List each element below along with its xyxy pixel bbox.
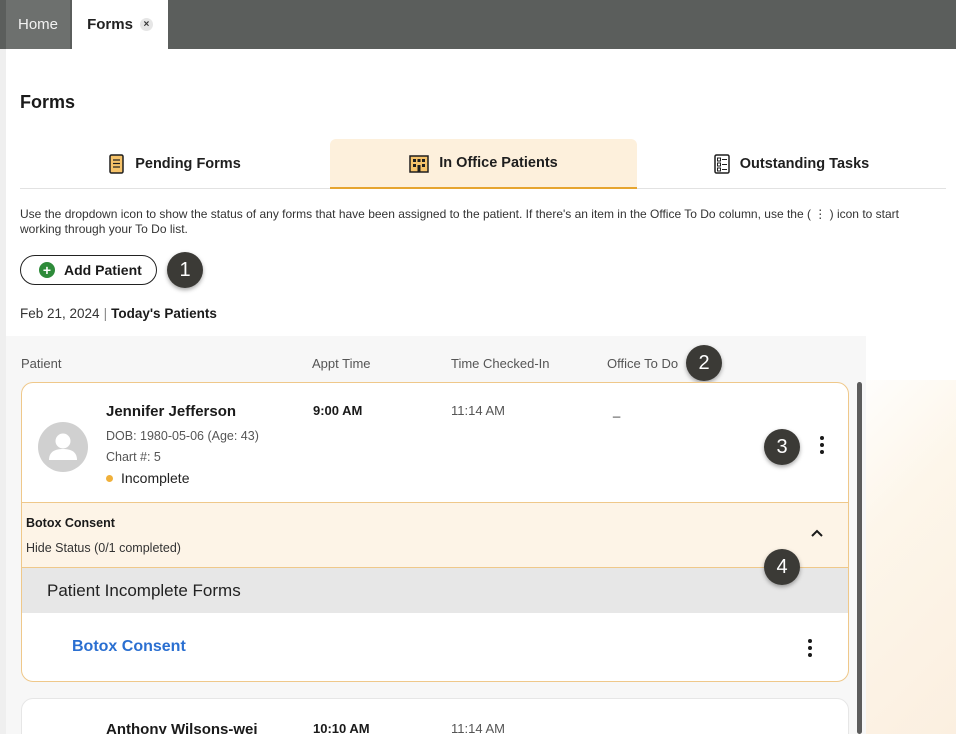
avatar [38,422,88,472]
tab-outstanding-tasks[interactable]: Outstanding Tasks [637,139,946,189]
callout-badge-3: 3 [764,429,800,465]
callout-badge-1: 1 [167,252,203,288]
person-icon [49,433,77,460]
column-header-patient: Patient [21,356,62,371]
date-heading: Feb 21, 2024 | Today's Patients [20,306,217,321]
incomplete-forms-header: Patient Incomplete Forms [22,568,848,613]
more-options-icon[interactable] [812,431,832,459]
checked-in-time: 11:14 AM [451,721,505,734]
patient-card: Jennifer Jefferson DOB: 1980-05-06 (Age:… [21,382,849,682]
patient-card: Anthony Wilsons-wei 10:10 AM 11:14 AM _ [21,698,849,734]
form-options-icon[interactable] [800,634,820,662]
office-todo-value: _ [613,721,621,734]
document-icon [109,154,124,174]
tab-pending-forms-label: Pending Forms [135,156,241,172]
tab-in-office-patients[interactable]: In Office Patients [330,139,637,189]
column-header-time-checked-in: Time Checked-In [451,356,550,371]
column-header-appt-time: Appt Time [312,356,371,371]
column-header-office-to-do: Office To Do [607,356,679,371]
tab-pending-forms[interactable]: Pending Forms [20,139,330,189]
add-patient-button[interactable]: + Add Patient [20,255,157,285]
office-todo-value: _ [613,403,621,418]
todays-patients-label: Today's Patients [111,306,217,321]
section-tabs: Pending Forms In Office Patients Outstan… [20,139,946,189]
status-label: Incomplete [121,470,190,486]
instructions-text: Use the dropdown icon to show the status… [20,207,899,236]
patient-chart-number: Chart #: 5 [106,450,161,464]
checked-in-time: 11:14 AM [451,403,505,418]
callout-badge-4: 4 [764,549,800,585]
status-dot-icon [106,474,113,482]
date-separator: | [103,306,108,321]
hide-status-text: Hide Status (0/1 completed) [26,541,181,555]
tab-forms[interactable]: Forms × [72,0,168,49]
patient-name: Anthony Wilsons-wei [106,721,258,734]
tab-home-label: Home [17,16,58,33]
tab-in-office-patients-label: In Office Patients [439,155,558,171]
checklist-icon [714,154,730,174]
form-link-botox-consent[interactable]: Botox Consent [72,638,186,656]
tab-outstanding-tasks-label: Outstanding Tasks [739,156,870,172]
consent-title: Botox Consent [26,516,115,530]
callout-badge-2: 2 [686,345,722,381]
add-patient-label: Add Patient [64,262,142,278]
patient-name: Jennifer Jefferson [106,403,237,420]
close-icon[interactable]: × [139,18,153,31]
form-status-toggle[interactable]: Botox Consent Hide Status (0/1 completed… [22,502,848,568]
scrollbar[interactable] [857,382,862,734]
window-tab-bar: Home Forms × [0,0,956,49]
chevron-up-icon[interactable] [809,527,825,539]
status-badge: Incomplete [106,470,189,486]
page-title: Forms [20,92,76,112]
building-icon [409,155,430,173]
tab-forms-label: Forms [87,16,133,33]
date-text: Feb 21, 2024 [20,306,100,321]
patient-dob: DOB: 1980-05-06 (Age: 43) [106,429,259,443]
appt-time: 10:10 AM [313,721,370,734]
tab-home[interactable]: Home [6,0,70,49]
plus-icon: + [39,262,55,278]
appt-time: 9:00 AM [313,403,363,418]
